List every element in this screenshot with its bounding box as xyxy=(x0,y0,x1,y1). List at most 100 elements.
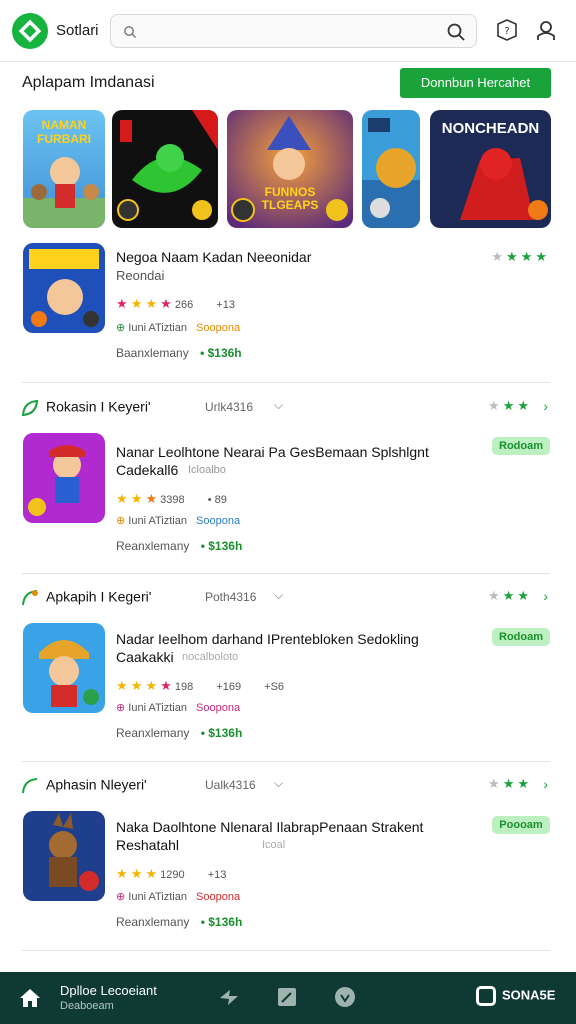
meta-icon: ⊕ xyxy=(116,702,126,714)
profile-icon[interactable] xyxy=(534,18,558,42)
help-icon[interactable]: ? xyxy=(495,18,519,42)
rating-extra: +13 xyxy=(207,869,227,881)
rating-value: 3398 xyxy=(160,494,185,506)
app-title[interactable]: Naka Daolhtone Nlenaral IlabrapPenaan St… xyxy=(116,818,423,836)
featured-tile-label: NAMAN FURBARI xyxy=(37,118,91,146)
category-label: Apkapih I Kegeri' xyxy=(46,588,152,605)
price-row: Reanxlemany • $136h xyxy=(116,915,242,929)
rating-stars: ★★★★ xyxy=(491,249,550,265)
divider xyxy=(22,761,550,762)
featured-tile-2[interactable] xyxy=(112,110,218,228)
app-art xyxy=(23,433,105,523)
featured-art xyxy=(112,110,218,228)
price-label: Reanxlemany xyxy=(116,726,190,740)
price-label: Baanxlemany xyxy=(116,346,189,360)
rating-extra: • 89 xyxy=(207,494,227,506)
leaf-icon xyxy=(22,590,38,606)
download-button[interactable]: Donnbun Hercahet xyxy=(400,68,551,98)
category-header[interactable]: Rokasin I Keyeri' xyxy=(20,398,151,418)
featured-tile-1[interactable]: NAMAN FURBARI xyxy=(23,110,105,228)
chevron-down-icon[interactable]: ⌵ xyxy=(274,776,283,791)
divider xyxy=(22,382,550,383)
rating-stars: ★★★ xyxy=(488,398,532,414)
star-icon: ★ xyxy=(506,249,521,264)
rating-stars: ★★★ xyxy=(488,776,532,792)
divider xyxy=(22,950,550,951)
search-input[interactable] xyxy=(143,21,443,43)
meta-row: ⊕ Iuni ATiztian Soopona xyxy=(116,701,240,714)
star-icon: ★ xyxy=(491,249,507,264)
app-art xyxy=(23,811,105,901)
flash-icon[interactable] xyxy=(218,986,240,1008)
app-icon[interactable] xyxy=(23,623,105,713)
app-title[interactable]: Negoa Naam Kadan Neeonidar xyxy=(116,248,311,266)
star-icon: ★ xyxy=(116,491,128,506)
meta-row: ⊕ Iuni ATiztian Soopona xyxy=(116,321,240,334)
chevron-right-icon[interactable]: › xyxy=(543,776,548,792)
meta-text: Iuni ATiztian xyxy=(128,702,187,714)
chevron-down-icon[interactable]: ⌵ xyxy=(274,588,283,603)
app-logo-icon[interactable] xyxy=(12,13,48,49)
app-title-line2: Reshatahl xyxy=(116,837,180,853)
meta-text: Iuni ATiztian xyxy=(128,322,187,334)
home-icon[interactable] xyxy=(18,986,42,1010)
meta-icon: ⊕ xyxy=(116,515,126,527)
meta-text: Soopona xyxy=(196,891,241,903)
star-icon: ★ xyxy=(130,866,143,881)
app-title-line2: Caakakki xyxy=(116,649,174,665)
search-submit-icon[interactable] xyxy=(446,22,466,42)
app-subtitle: nocalboloto xyxy=(182,651,239,663)
app-title[interactable]: Nadar Ieelhom darhand IPrentebloken Sedo… xyxy=(116,630,419,648)
star-icon: ★ xyxy=(517,398,532,413)
rating-stars: ★★★ xyxy=(488,588,532,604)
star-icon: ★ xyxy=(160,678,172,693)
app-icon[interactable] xyxy=(23,243,105,333)
category-header[interactable]: Aphasin Nleyeri' xyxy=(20,776,147,796)
chevron-down-icon[interactable]: ⌵ xyxy=(274,398,283,413)
category-count: Ualk4316 xyxy=(205,778,256,792)
star-icon: ★ xyxy=(145,678,158,693)
star-icon: ★ xyxy=(502,588,518,603)
nav-title[interactable]: Dplloe Lecoeiant xyxy=(60,983,157,998)
rating-extra: +169 xyxy=(216,681,242,693)
app-subtitle: Icoal xyxy=(262,839,286,851)
star-icon: ★ xyxy=(130,491,143,506)
edit-icon[interactable] xyxy=(276,986,298,1008)
app-icon[interactable] xyxy=(23,433,105,523)
shield-icon[interactable] xyxy=(334,986,356,1008)
featured-tile-3[interactable]: FUNNOS TLGEAPS xyxy=(227,110,353,228)
status-badge[interactable]: Poooam xyxy=(492,816,550,834)
price-value: • $136h xyxy=(200,915,243,929)
status-badge[interactable]: Rodoam xyxy=(492,628,550,646)
nav-action-button[interactable]: SONA5E xyxy=(476,986,555,1008)
rating-value: 266 xyxy=(174,299,194,311)
app-subtitle: Reondai xyxy=(116,268,165,283)
star-icon: ★ xyxy=(130,296,143,311)
featured-tile-5[interactable]: NONCHEADN xyxy=(430,110,551,228)
status-badge[interactable]: Rodoam xyxy=(492,437,550,455)
price-row: Reanxlemany • $136h xyxy=(116,726,242,740)
star-icon: ★ xyxy=(488,398,503,413)
search-bar[interactable] xyxy=(110,14,477,48)
app-icon[interactable] xyxy=(23,811,105,901)
star-icon: ★ xyxy=(160,296,172,311)
star-icon: ★ xyxy=(535,249,550,264)
square-icon xyxy=(476,986,496,1006)
star-icon: ★ xyxy=(517,776,532,791)
chevron-right-icon[interactable]: › xyxy=(543,588,548,604)
rating-value: 198 xyxy=(174,681,194,693)
star-icon: ★ xyxy=(502,398,518,413)
star-icon: ★ xyxy=(517,588,532,603)
meta-text: Iuni ATiztian xyxy=(128,515,187,527)
price-label: Reanxlemany xyxy=(116,539,190,553)
featured-tile-4[interactable] xyxy=(362,110,420,228)
chevron-right-icon[interactable]: › xyxy=(543,398,548,414)
price-value: • $136h xyxy=(200,346,242,360)
star-icon: ★ xyxy=(145,491,158,506)
app-title[interactable]: Nanar Leolhtone Nearai Pa GesBemaan Spls… xyxy=(116,443,429,461)
price-row: Reanxlemany • $136h xyxy=(116,539,242,553)
category-count: Poth4316 xyxy=(205,590,257,604)
rating-value: 1290 xyxy=(160,869,185,881)
category-header[interactable]: Apkapih I Kegeri' xyxy=(20,588,151,608)
category-label: Rokasin I Keyeri' xyxy=(46,398,151,415)
